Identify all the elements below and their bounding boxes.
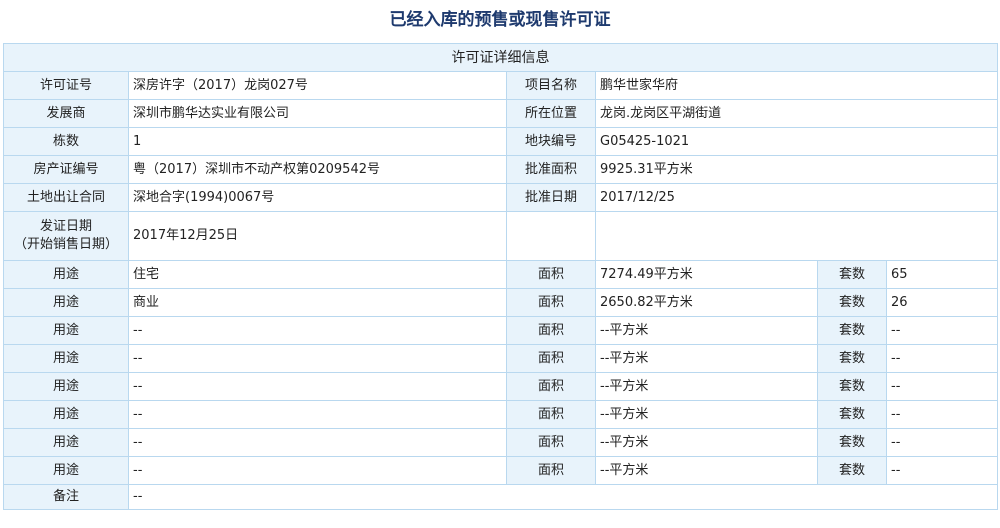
- usage-units-label: 套数: [818, 261, 886, 288]
- area-value: 9925.31平方米: [596, 156, 998, 183]
- empty-cell: [596, 212, 998, 260]
- usage-area-value: --平方米: [596, 317, 817, 344]
- location-value: 龙岗.龙岗区平湖街道: [596, 100, 998, 127]
- buildings-value: 1: [129, 128, 506, 155]
- usage-value: 商业: [129, 289, 506, 316]
- cert-value: 粤（2017）深圳市不动产权第0209542号: [129, 156, 506, 183]
- table-title: 许可证详细信息: [4, 44, 998, 71]
- info-row-developer: 发展商 深圳市鹏华达实业有限公司 所在位置 龙岗.龙岗区平湖街道: [4, 100, 998, 127]
- approval-date-value: 2017/12/25: [596, 184, 998, 211]
- permit-no-label: 许可证号: [4, 72, 128, 99]
- usage-units-label: 套数: [818, 317, 886, 344]
- developer-value: 深圳市鹏华达实业有限公司: [129, 100, 506, 127]
- usage-units-value: --: [887, 457, 998, 484]
- info-row-cert: 房产证编号 粤（2017）深圳市不动产权第0209542号 批准面积 9925.…: [4, 156, 998, 183]
- project-label: 项目名称: [507, 72, 595, 99]
- usage-label: 用途: [4, 345, 128, 372]
- usage-row: 用途 -- 面积 --平方米 套数 --: [4, 457, 998, 484]
- usage-area-label: 面积: [507, 373, 595, 400]
- permit-no-value: 深房许字（2017）龙岗027号: [129, 72, 506, 99]
- usage-area-label: 面积: [507, 345, 595, 372]
- remark-label: 备注: [4, 485, 128, 509]
- developer-label: 发展商: [4, 100, 128, 127]
- cert-label: 房产证编号: [4, 156, 128, 183]
- usage-label: 用途: [4, 401, 128, 428]
- usage-area-label: 面积: [507, 429, 595, 456]
- empty-cell: [507, 212, 595, 260]
- usage-area-label: 面积: [507, 317, 595, 344]
- usage-area-value: --平方米: [596, 345, 817, 372]
- usage-area-value: --平方米: [596, 457, 817, 484]
- issue-date-label-line1: 发证日期: [39, 219, 92, 234]
- usage-value: --: [129, 401, 506, 428]
- usage-value: --: [129, 373, 506, 400]
- usage-row: 用途 商业 面积 2650.82平方米 套数 26: [4, 289, 998, 316]
- usage-units-label: 套数: [818, 429, 886, 456]
- usage-value: --: [129, 457, 506, 484]
- remark-value: --: [129, 485, 998, 509]
- usage-units-value: --: [887, 429, 998, 456]
- usage-row: 用途 -- 面积 --平方米 套数 --: [4, 401, 998, 428]
- info-row-permit: 许可证号 深房许字（2017）龙岗027号 项目名称 鹏华世家华府: [4, 72, 998, 99]
- usage-label: 用途: [4, 429, 128, 456]
- usage-label: 用途: [4, 261, 128, 288]
- project-value: 鹏华世家华府: [596, 72, 998, 99]
- usage-area-value: --平方米: [596, 401, 817, 428]
- usage-row: 用途 -- 面积 --平方米 套数 --: [4, 345, 998, 372]
- usage-label: 用途: [4, 289, 128, 316]
- usage-row: 用途 -- 面积 --平方米 套数 --: [4, 373, 998, 400]
- remark-row: 备注 --: [4, 485, 998, 509]
- issue-date-value: 2017年12月25日: [129, 212, 506, 260]
- usage-area-value: 7274.49平方米: [596, 261, 817, 288]
- usage-units-value: 65: [887, 261, 998, 288]
- info-row-contract: 土地出让合同 深地合字(1994)0067号 批准日期 2017/12/25: [4, 184, 998, 211]
- issue-date-label-line2: （开始销售日期）: [13, 237, 118, 252]
- usage-units-label: 套数: [818, 345, 886, 372]
- issue-date-label: 发证日期 （开始销售日期）: [4, 212, 128, 260]
- usage-area-value: 2650.82平方米: [596, 289, 817, 316]
- usage-units-value: 26: [887, 289, 998, 316]
- usage-units-value: --: [887, 401, 998, 428]
- buildings-label: 栋数: [4, 128, 128, 155]
- permit-detail-table: 许可证详细信息 许可证号 深房许字（2017）龙岗027号 项目名称 鹏华世家华…: [3, 43, 999, 510]
- usage-units-value: --: [887, 373, 998, 400]
- usage-value: --: [129, 317, 506, 344]
- usage-area-label: 面积: [507, 401, 595, 428]
- usage-units-label: 套数: [818, 457, 886, 484]
- plot-label: 地块编号: [507, 128, 595, 155]
- usage-units-value: --: [887, 317, 998, 344]
- usage-area-label: 面积: [507, 457, 595, 484]
- usage-row: 用途 -- 面积 --平方米 套数 --: [4, 317, 998, 344]
- usage-row: 用途 -- 面积 --平方米 套数 --: [4, 429, 998, 456]
- usage-units-label: 套数: [818, 289, 886, 316]
- usage-area-value: --平方米: [596, 429, 817, 456]
- usage-value: --: [129, 429, 506, 456]
- usage-area-label: 面积: [507, 261, 595, 288]
- location-label: 所在位置: [507, 100, 595, 127]
- info-row-buildings: 栋数 1 地块编号 G05425-1021: [4, 128, 998, 155]
- contract-value: 深地合字(1994)0067号: [129, 184, 506, 211]
- contract-label: 土地出让合同: [4, 184, 128, 211]
- usage-units-label: 套数: [818, 373, 886, 400]
- approval-date-label: 批准日期: [507, 184, 595, 211]
- area-label: 批准面积: [507, 156, 595, 183]
- usage-area-label: 面积: [507, 289, 595, 316]
- plot-value: G05425-1021: [596, 128, 998, 155]
- usage-value: 住宅: [129, 261, 506, 288]
- usage-value: --: [129, 345, 506, 372]
- usage-units-value: --: [887, 345, 998, 372]
- usage-label: 用途: [4, 457, 128, 484]
- table-header-row: 许可证详细信息: [4, 44, 998, 71]
- usage-row: 用途 住宅 面积 7274.49平方米 套数 65: [4, 261, 998, 288]
- page-title: 已经入库的预售或现售许可证: [389, 10, 611, 30]
- usage-label: 用途: [4, 373, 128, 400]
- info-row-issue-date: 发证日期 （开始销售日期） 2017年12月25日: [4, 212, 998, 260]
- usage-area-value: --平方米: [596, 373, 817, 400]
- usage-units-label: 套数: [818, 401, 886, 428]
- usage-label: 用途: [4, 317, 128, 344]
